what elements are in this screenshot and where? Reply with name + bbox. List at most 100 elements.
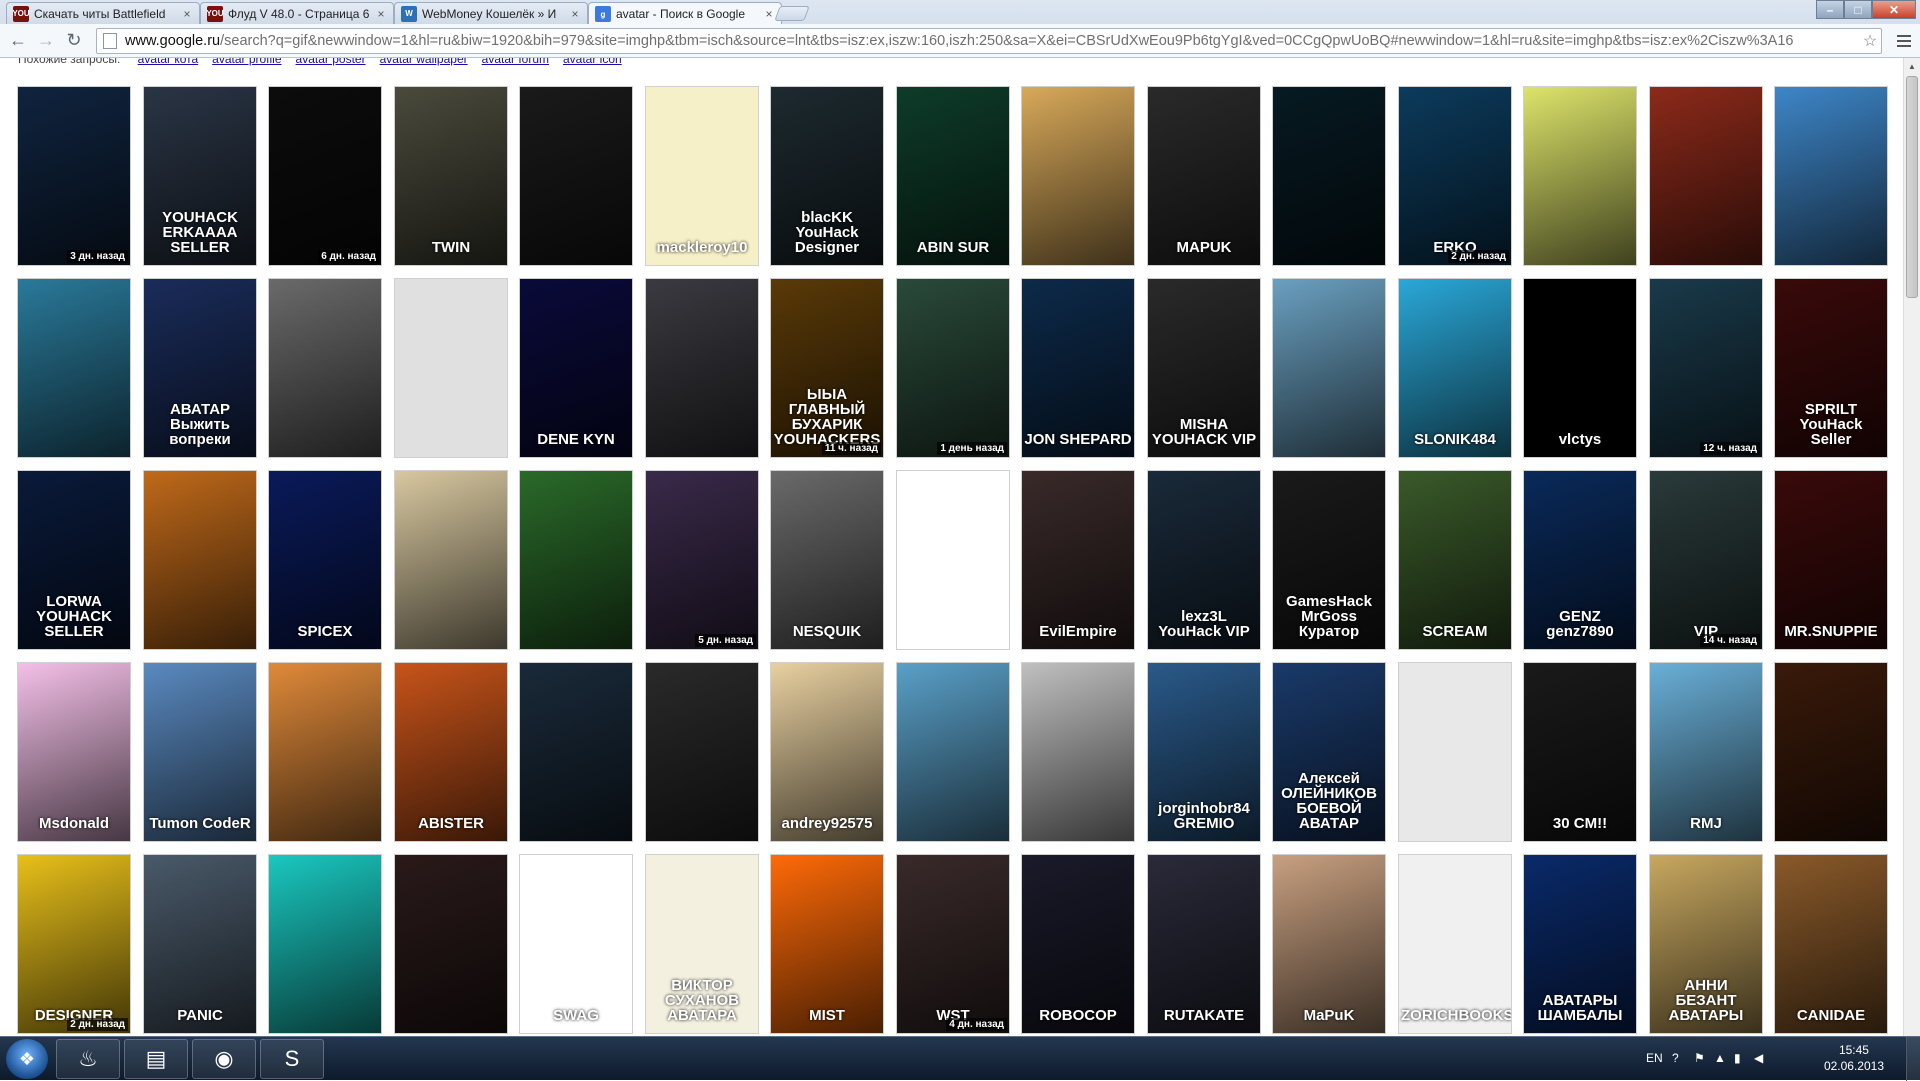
image-result-thumbnail[interactable]: SPRILT YouHack Seller [1774, 278, 1888, 458]
image-result-thumbnail[interactable]: 1 день назад [896, 278, 1010, 458]
image-result-thumbnail[interactable] [1523, 86, 1637, 266]
related-search-link[interactable]: avatar wallpaper [380, 58, 468, 66]
image-result-thumbnail[interactable] [519, 470, 633, 650]
related-search-link[interactable]: avatar poster [296, 58, 366, 66]
browser-tab[interactable]: YOU Скачать читы Battlefield × [6, 2, 200, 24]
image-result-thumbnail[interactable]: ERKO 2 дн. назад [1398, 86, 1512, 266]
image-result-thumbnail[interactable]: YOUHACK ERKAAAA SELLER [143, 86, 257, 266]
browser-tab[interactable]: g avatar - Поиск в Google × [588, 2, 782, 25]
forward-button[interactable]: → [34, 28, 58, 52]
menu-icon[interactable] [1893, 30, 1915, 52]
language-indicator[interactable]: EN [1646, 1051, 1663, 1065]
image-result-thumbnail[interactable]: Алексей ОЛЕЙНИКОВ БОЕВОЙ АВАТАР [1272, 662, 1386, 842]
image-result-thumbnail[interactable]: ROBOCOP [1021, 854, 1135, 1034]
image-result-thumbnail[interactable] [1021, 662, 1135, 842]
image-result-thumbnail[interactable] [1021, 86, 1135, 266]
related-search-link[interactable]: avatar profile [212, 58, 281, 66]
image-result-thumbnail[interactable]: 12 ч. назад [1649, 278, 1763, 458]
image-result-thumbnail[interactable] [1272, 86, 1386, 266]
tray-arrow-icon[interactable]: ▲ [1714, 1051, 1726, 1065]
vertical-scrollbar[interactable]: ▲ [1903, 58, 1920, 1036]
image-result-thumbnail[interactable]: MR.SNUPPIE [1774, 470, 1888, 650]
image-result-thumbnail[interactable]: SLONIK484 [1398, 278, 1512, 458]
image-result-thumbnail[interactable]: 3 дн. назад [17, 86, 131, 266]
image-result-thumbnail[interactable]: 5 дн. назад [645, 470, 759, 650]
image-result-thumbnail[interactable] [268, 278, 382, 458]
image-result-thumbnail[interactable] [143, 470, 257, 650]
image-result-thumbnail[interactable]: АВАТАРЫ ШАМБАЛЫ [1523, 854, 1637, 1034]
image-result-thumbnail[interactable]: АВАТАР Выжить вопреки [143, 278, 257, 458]
image-result-thumbnail[interactable] [1398, 662, 1512, 842]
image-result-thumbnail[interactable] [268, 854, 382, 1034]
browser-tab[interactable]: W WebMoney Кошелёк » И × [394, 2, 588, 24]
image-result-thumbnail[interactable]: MAPUK [1147, 86, 1261, 266]
image-result-thumbnail[interactable]: ABIN SUR [896, 86, 1010, 266]
new-tab-button[interactable] [774, 6, 810, 21]
image-result-thumbnail[interactable] [1774, 662, 1888, 842]
network-icon[interactable]: ▮ [1734, 1051, 1741, 1065]
image-result-thumbnail[interactable]: andrey92575 [770, 662, 884, 842]
image-result-thumbnail[interactable]: ЫЫА ГЛАВНЫЙ БУХАРИК YOUHACKERS 11 ч. наза… [770, 278, 884, 458]
bookmark-star-icon[interactable]: ☆ [1859, 31, 1881, 51]
image-result-thumbnail[interactable] [896, 662, 1010, 842]
image-result-thumbnail[interactable]: WST 4 дн. назад [896, 854, 1010, 1034]
image-result-thumbnail[interactable]: ВИКТОР СУХАНОВ АВАТАРА [645, 854, 759, 1034]
image-result-thumbnail[interactable]: lexz3L YouHack VIP [1147, 470, 1261, 650]
image-result-thumbnail[interactable]: DENE KYN [519, 278, 633, 458]
image-result-thumbnail[interactable]: mackleroy10 [645, 86, 759, 266]
image-result-thumbnail[interactable]: АННИ БЕЗАНТ АВАТАРЫ [1649, 854, 1763, 1034]
image-result-thumbnail[interactable]: SCREAM [1398, 470, 1512, 650]
tab-close-icon[interactable]: × [375, 7, 387, 21]
tab-close-icon[interactable]: × [569, 7, 581, 21]
help-icon[interactable]: ? [1672, 1051, 1679, 1065]
image-result-thumbnail[interactable]: JON SHEPARD [1021, 278, 1135, 458]
image-result-thumbnail[interactable]: CANIDAE [1774, 854, 1888, 1034]
image-result-thumbnail[interactable]: RUTAKATE [1147, 854, 1261, 1034]
image-result-thumbnail[interactable]: LORWA YOUHACK SELLER [17, 470, 131, 650]
image-result-thumbnail[interactable]: ABISTER [394, 662, 508, 842]
image-result-thumbnail[interactable]: Msdonald [17, 662, 131, 842]
image-result-thumbnail[interactable]: MIST [770, 854, 884, 1034]
address-bar[interactable]: www.google.ru/search?q=gif&newwindow=1&h… [96, 28, 1882, 54]
reload-button[interactable]: ↻ [62, 28, 86, 52]
image-result-thumbnail[interactable]: GamesHack MrGoss Куратор [1272, 470, 1386, 650]
taskbar-explorer-icon[interactable]: ▤ [124, 1039, 188, 1079]
image-result-thumbnail[interactable] [394, 854, 508, 1034]
image-result-thumbnail[interactable]: Tumon CodeR [143, 662, 257, 842]
image-result-thumbnail[interactable] [394, 470, 508, 650]
image-result-thumbnail[interactable]: SPICEX [268, 470, 382, 650]
image-result-thumbnail[interactable] [896, 470, 1010, 650]
image-result-thumbnail[interactable] [519, 662, 633, 842]
image-result-thumbnail[interactable] [268, 662, 382, 842]
image-result-thumbnail[interactable]: ZORICHBOOKS.COM [1398, 854, 1512, 1034]
image-result-thumbnail[interactable]: jorginhobr84 GREMIO [1147, 662, 1261, 842]
image-result-thumbnail[interactable] [645, 278, 759, 458]
volume-icon[interactable]: ◀ [1754, 1051, 1763, 1065]
image-result-thumbnail[interactable] [17, 278, 131, 458]
image-result-thumbnail[interactable] [1272, 278, 1386, 458]
maximize-button[interactable]: □ [1844, 0, 1872, 19]
related-search-link[interactable]: avatar forum [482, 58, 549, 66]
image-result-thumbnail[interactable] [394, 278, 508, 458]
minimize-button[interactable]: – [1816, 0, 1844, 19]
image-result-thumbnail[interactable]: VIP 14 ч. назад [1649, 470, 1763, 650]
image-result-thumbnail[interactable]: NESQUIK [770, 470, 884, 650]
show-desktop-button[interactable] [1906, 1037, 1920, 1081]
tab-close-icon[interactable]: × [763, 7, 775, 21]
taskbar-skype-icon[interactable]: S [260, 1039, 324, 1079]
close-window-button[interactable]: ✕ [1872, 0, 1916, 19]
image-result-thumbnail[interactable]: TWIN [394, 86, 508, 266]
start-button[interactable]: ❖ [6, 1039, 48, 1079]
image-result-thumbnail[interactable]: GENZ genz7890 [1523, 470, 1637, 650]
scrollbar-thumb[interactable] [1906, 76, 1918, 298]
related-search-link[interactable]: avatar icon [563, 58, 622, 66]
image-result-thumbnail[interactable]: vlctys [1523, 278, 1637, 458]
image-result-thumbnail[interactable]: SWAG [519, 854, 633, 1034]
image-result-thumbnail[interactable]: blacKK YouHack Designer [770, 86, 884, 266]
url-text[interactable]: www.google.ru/search?q=gif&newwindow=1&h… [125, 33, 1859, 49]
image-result-thumbnail[interactable]: 6 дн. назад [268, 86, 382, 266]
image-result-thumbnail[interactable]: MaPuK [1272, 854, 1386, 1034]
image-result-thumbnail[interactable] [1649, 86, 1763, 266]
flag-icon[interactable]: ⚑ [1694, 1051, 1705, 1065]
taskbar-chrome-icon[interactable]: ◉ [192, 1039, 256, 1079]
